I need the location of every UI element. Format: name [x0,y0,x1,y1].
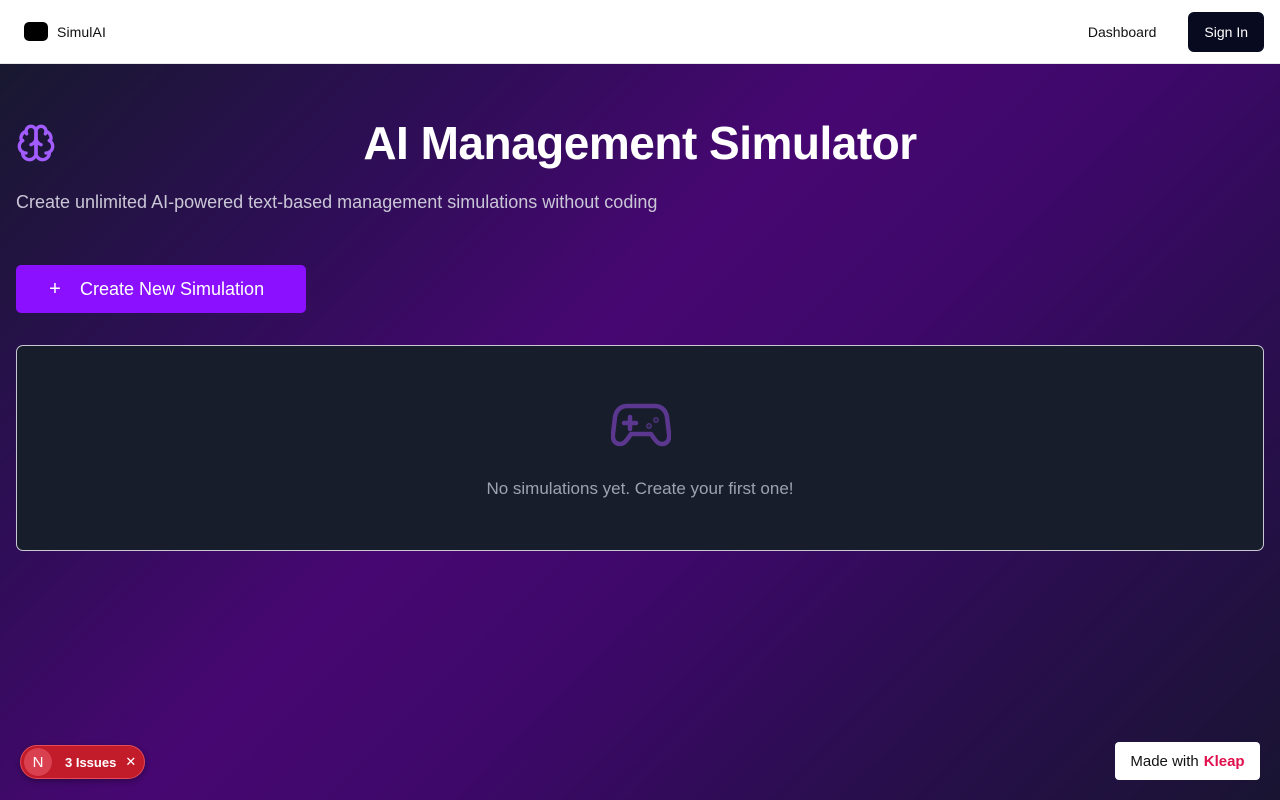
brand-name: SimulAI [57,23,106,40]
nav-link-dashboard[interactable]: Dashboard [1088,24,1157,40]
sign-in-button[interactable]: Sign In [1188,11,1264,52]
brand[interactable]: SimulAI [24,22,106,41]
kleap-brand: Kleap [1203,752,1245,770]
hero-section: AI Management Simulator Create unlimited… [16,110,1264,313]
create-new-simulation-button[interactable]: + Create New Simulation [16,265,306,313]
plus-icon: + [49,278,61,300]
page-subtitle: Create unlimited AI-powered text-based m… [16,192,658,212]
brand-logo [24,22,48,41]
issues-badge[interactable]: N 3 Issues ✕ [20,745,145,779]
hero-title-row: AI Management Simulator [16,110,1264,176]
top-navbar: SimulAI Dashboard Sign In [0,0,1280,64]
create-button-label: Create New Simulation [80,278,265,299]
empty-state-card: No simulations yet. Create your first on… [16,345,1264,551]
nav-right: Dashboard Sign In [1088,11,1264,52]
issues-count: 3 Issues [65,754,117,770]
empty-state-message: No simulations yet. Create your first on… [486,479,794,498]
close-icon[interactable]: ✕ [125,754,136,770]
made-with-label: Made with [1130,752,1199,770]
page-title: AI Management Simulator [363,117,917,169]
gamepad-icon [611,403,671,447]
made-with-kleap-badge[interactable]: Made with Kleap [1115,742,1260,780]
nextjs-logo-icon: N [24,748,52,776]
